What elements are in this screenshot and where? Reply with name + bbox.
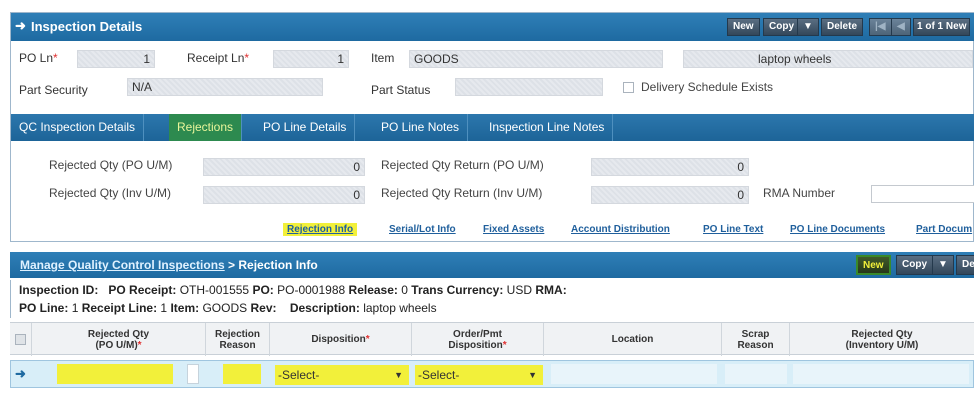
page-indicator: 1 of 1 <box>917 21 944 32</box>
copy-dropdown-icon[interactable]: ▼ <box>797 18 819 36</box>
rejected-qty-inv-label: Rejected Qty (Inv U/M) <box>49 186 172 200</box>
part-security-label: Part Security <box>19 83 88 97</box>
link-po-line-documents[interactable]: PO Line Documents <box>790 224 885 235</box>
rejected-qty-inventory-input[interactable] <box>793 364 969 384</box>
tab-po-line-notes[interactable]: PO Line Notes <box>373 114 469 141</box>
rejection-copy-dropdown-icon[interactable]: ▼ <box>932 255 954 275</box>
rma-number-label: RMA Number <box>763 186 836 200</box>
current-row-arrow-icon: ➜ <box>15 366 26 381</box>
rejected-qty-po-field: 0 <box>203 158 365 176</box>
link-fixed-assets[interactable]: Fixed Assets <box>483 224 544 235</box>
select-all-checkbox[interactable] <box>15 334 26 345</box>
col-rejection-reason[interactable]: Rejection Reason <box>206 323 270 356</box>
rma-number-input[interactable] <box>871 185 974 203</box>
po-ln-label: PO Ln* <box>19 51 58 65</box>
col-scrap-reason[interactable]: Scrap Reason <box>722 323 790 356</box>
inspection-details-header: ➜ Inspection Details New Copy ▼ Delete |… <box>11 13 974 41</box>
col-order-pmt-disposition[interactable]: Order/Pmt Disposition* <box>412 323 544 356</box>
disposition-select[interactable]: -Select- ▼ <box>275 365 409 385</box>
first-record-icon[interactable]: |◀ <box>869 18 892 36</box>
breadcrumb-link-manage-qc[interactable]: Manage Quality Control Inspections <box>20 258 225 272</box>
tab-po-line-details[interactable]: PO Line Details <box>255 114 356 141</box>
link-account-distribution[interactable]: Account Distribution <box>571 224 670 235</box>
tab-inspection-line-notes[interactable]: Inspection Line Notes <box>481 114 614 141</box>
rejected-qty-return-po-label: Rejected Qty Return (PO U/M) <box>381 158 544 172</box>
link-part-documents[interactable]: Part Docum <box>916 224 972 235</box>
rejection-delete-button[interactable]: De <box>956 255 974 275</box>
rejection-copy-button[interactable]: Copy <box>896 255 933 275</box>
rejection-info-header: Manage Quality Control Inspections > Rej… <box>10 252 974 278</box>
receipt-ln-field[interactable]: 1 <box>273 50 349 68</box>
rejected-qty-return-inv-field: 0 <box>591 186 749 204</box>
scrap-reason-input[interactable] <box>725 364 787 384</box>
panel-title: Inspection Details <box>31 19 143 34</box>
rejection-reason-input[interactable] <box>223 364 261 384</box>
rejected-qty-po-input[interactable] <box>57 364 173 384</box>
delivery-schedule-label: Delivery Schedule Exists <box>641 80 774 94</box>
po-ln-field[interactable]: 1 <box>77 50 155 68</box>
location-input[interactable] <box>551 364 717 384</box>
delivery-schedule-checkbox[interactable] <box>623 82 634 93</box>
rejected-qty-po-label: Rejected Qty (PO U/M) <box>49 158 173 172</box>
col-rejected-qty-po[interactable]: Rejected Qty (PO U/M)* <box>32 323 206 356</box>
detail-tabs: QC Inspection Details Rejections PO Line… <box>11 114 974 141</box>
col-disposition[interactable]: Disposition * <box>270 323 412 356</box>
part-status-field <box>455 78 603 96</box>
col-location[interactable]: Location <box>544 323 722 356</box>
new-button[interactable]: New <box>727 18 760 36</box>
part-status-label: Part Status <box>371 83 431 97</box>
item-field[interactable]: GOODS <box>409 50 663 68</box>
inspection-info-bar: Inspection ID: PO Receipt: OTH-001555 PO… <box>10 280 974 318</box>
rejected-qty-return-po-field: 0 <box>591 158 749 176</box>
inspection-info-line1: Inspection ID: PO Receipt: OTH-001555 PO… <box>19 283 567 297</box>
item-label: Item <box>371 51 395 65</box>
delete-button[interactable]: Delete <box>821 18 864 36</box>
rejected-qty-return-inv-label: Rejected Qty Return (Inv U/M) <box>381 186 543 200</box>
item-description-field: laptop wheels <box>683 50 973 68</box>
next-new-button[interactable]: New <box>946 21 967 32</box>
pager: 1 of 1 New <box>913 18 971 36</box>
collapse-arrow-icon[interactable]: ➜ <box>15 18 26 34</box>
order-pmt-disposition-select[interactable]: -Select- ▼ <box>415 365 543 385</box>
link-po-line-text[interactable]: PO Line Text <box>703 224 763 235</box>
tab-qc-inspection-details[interactable]: QC Inspection Details <box>11 114 145 141</box>
rejected-qty-spacer <box>187 364 199 384</box>
rejected-qty-inv-field: 0 <box>203 186 365 204</box>
inspection-details-panel: ➜ Inspection Details New Copy ▼ Delete |… <box>10 12 974 242</box>
breadcrumb: Manage Quality Control Inspections > Rej… <box>20 258 318 272</box>
col-rejected-qty-inventory[interactable]: Rejected Qty (Inventory U/M) <box>790 323 974 356</box>
tab-rejections[interactable]: Rejections <box>169 114 243 141</box>
link-serial-lot-info[interactable]: Serial/Lot Info <box>389 224 456 235</box>
part-security-field: N/A <box>127 78 323 96</box>
copy-button[interactable]: Copy <box>763 18 800 36</box>
inspection-info-line2: PO Line: 1 Receipt Line: 1 Item: GOODS R… <box>19 301 437 315</box>
select-all-checkbox-cell <box>10 323 32 356</box>
rejection-new-button[interactable]: New <box>856 255 891 275</box>
breadcrumb-current: > Rejection Info <box>224 258 318 272</box>
rejection-grid-row: ➜ -Select- ▼ -Select- ▼ <box>10 360 974 388</box>
previous-record-icon[interactable]: ◀ <box>891 18 911 36</box>
link-rejection-info[interactable]: Rejection Info <box>283 223 358 236</box>
receipt-ln-label: Receipt Ln* <box>187 51 250 65</box>
rejection-grid-header: Rejected Qty (PO U/M)* Rejection Reason Di… <box>10 322 974 356</box>
